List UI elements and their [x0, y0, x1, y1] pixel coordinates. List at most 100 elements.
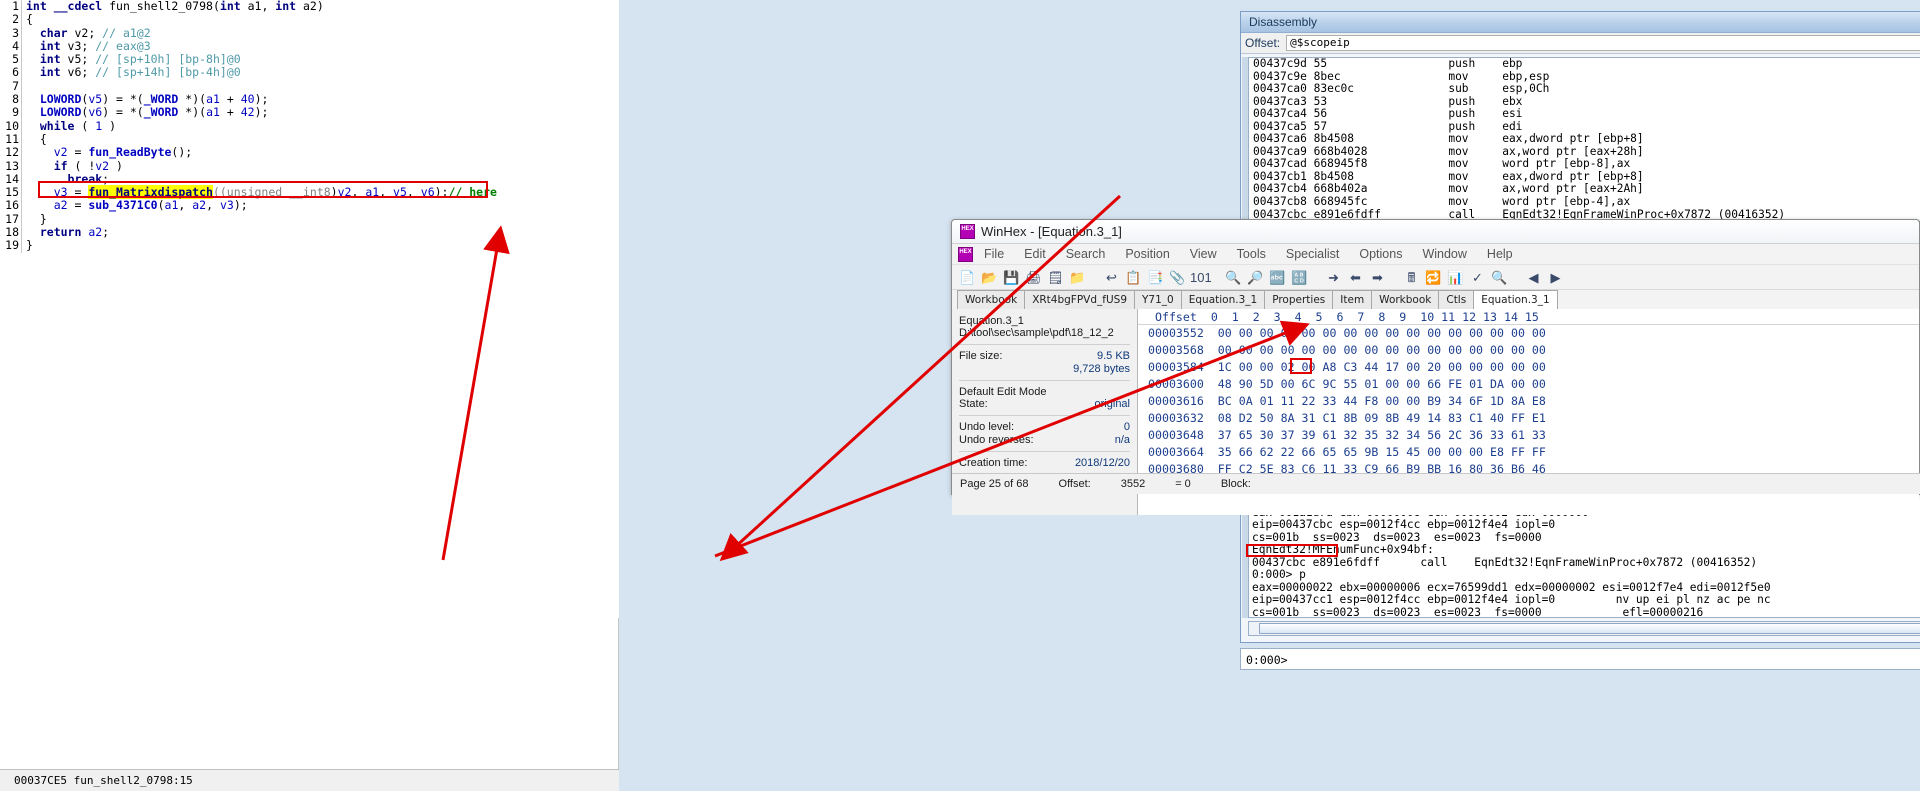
code-token: v5 [393, 185, 407, 200]
save-icon[interactable]: 💾 [1002, 268, 1021, 287]
winhex-toolbar: 📄 📂 💾 🖨 🗒 📁 ↩ 📋 📑 📎 101 🔍 🔎 🔤 🔠 ➜ ⬅ ➡ 🖩 🔁 📊 ✓ 🔍 ◀ ▶ [952, 265, 1919, 290]
pseudocode-listing[interactable]: 1 int __cdecl fun_shell2_0798(int a1, int… [0, 0, 619, 618]
line-number: 1 [0, 0, 22, 14]
disassembly-row[interactable]: 00437ca0 83ec0c sub esp,0Ch [1249, 83, 1920, 96]
winhex-tab-5[interactable]: Item [1332, 290, 1373, 309]
disassembly-row[interactable]: 00437cb8 668945fc mov word ptr [ebp-4],a… [1249, 195, 1920, 209]
code-token: int [26, 52, 68, 67]
code-line[interactable]: 15 v3 = fun_Matrixdispatch((unsigned __i… [0, 185, 619, 200]
hex-row[interactable]: 00003552 00 00 00 00 00 00 00 00 00 00 0… [1138, 325, 1919, 342]
code-token: LOWORD [26, 92, 82, 107]
replace-hex-icon[interactable]: 🔠 [1290, 268, 1309, 287]
code-line[interactable]: 13 if ( !v2 ) [0, 158, 619, 173]
winhex-tab-2[interactable]: Y71_0 [1134, 290, 1182, 309]
calc-icon[interactable]: 🖩 [1402, 268, 1421, 287]
command-horizontal-scrollbar[interactable] [1248, 621, 1920, 636]
menu-item-edit[interactable]: Edit [1015, 247, 1055, 261]
code-line[interactable]: 9 LOWORD(v6) = *(_WORD *)(a1 + 42); [0, 105, 619, 120]
code-line[interactable]: 4 int v3; // eax@3 [0, 39, 619, 54]
code-token: fun_ReadByte [88, 145, 172, 160]
winhex-tab-6[interactable]: Workbook [1371, 290, 1440, 309]
binary-icon[interactable]: 101 [1190, 268, 1212, 287]
replace-icon[interactable]: 🔤 [1268, 268, 1287, 287]
code-token: // [sp+10h] [bp-8h]@0 [95, 52, 241, 67]
code-line[interactable]: 16 a2 = sub_4371C0(a1, a2, v3); [0, 199, 619, 213]
next-page-icon[interactable]: ▶ [1546, 268, 1565, 287]
goto-icon[interactable]: ➜ [1324, 268, 1343, 287]
winhex-tab-4[interactable]: Properties [1264, 290, 1334, 309]
code-line[interactable]: 1 int __cdecl fun_shell2_0798(int a1, int… [0, 0, 619, 14]
analyze-icon[interactable]: 📊 [1446, 268, 1465, 287]
menu-item-file[interactable]: File [975, 247, 1013, 261]
scrollbar-thumb[interactable] [1259, 623, 1920, 634]
code-token: ) [109, 158, 123, 173]
paste-icon[interactable]: 📑 [1146, 268, 1165, 287]
new-file-icon[interactable]: 📄 [958, 268, 977, 287]
back-icon[interactable]: ⬅ [1346, 268, 1365, 287]
info-file-size-value: 9.5 KB [1096, 350, 1130, 362]
find-icon[interactable]: 🔍 [1224, 268, 1243, 287]
hex-row[interactable]: 00003648 37 65 30 37 39 61 32 35 32 34 5… [1138, 427, 1919, 444]
prev-page-icon[interactable]: ◀ [1524, 268, 1543, 287]
clipboard-icon[interactable]: 📎 [1168, 268, 1187, 287]
code-line[interactable]: 18 return a2; [0, 225, 619, 240]
code-token: break [26, 171, 103, 186]
disassembly-row[interactable]: 00437ca6 8b4508 mov eax,dword ptr [ebp+8… [1249, 133, 1920, 146]
code-line[interactable]: 11 { [0, 132, 619, 147]
winhex-title-bar[interactable]: HEX WinHex - [Equation.3_1] [952, 220, 1919, 244]
disassembly-row[interactable]: 00437c9d 55 push ebp [1249, 58, 1920, 71]
menu-item-search[interactable]: Search [1057, 247, 1115, 261]
hex-row[interactable]: 00003584 1C 00 00 02 00 A8 C3 44 17 00 2… [1138, 359, 1919, 376]
menu-item-specialist[interactable]: Specialist [1277, 247, 1349, 261]
line-number: 19 [0, 239, 22, 253]
winhex-tab-3[interactable]: Equation.3_1 [1180, 290, 1266, 309]
winhex-tab-8[interactable]: Equation.3_1 [1473, 290, 1558, 309]
code-line[interactable]: 5 int v5; // [sp+10h] [bp-8h]@0 [0, 52, 619, 67]
code-line[interactable]: 10 while ( 1 ) [0, 118, 619, 133]
hex-row[interactable]: 00003568 00 00 00 00 00 00 00 00 00 00 0… [1138, 342, 1919, 359]
forward-icon[interactable]: ➡ [1368, 268, 1387, 287]
winhex-tab-1[interactable]: XRt4bgFPVd_fUS9 [1024, 290, 1136, 309]
menu-item-view[interactable]: View [1181, 247, 1226, 261]
code-token: a2) [303, 0, 324, 13]
hex-icon-menu: HEX [958, 246, 973, 262]
code-line[interactable]: 3 char v2; // a1@2 [0, 26, 619, 40]
open-disk-icon[interactable]: 📁 [1068, 268, 1087, 287]
checksum-icon[interactable]: ✓ [1468, 268, 1487, 287]
code-line[interactable]: 12 v2 = fun_ReadByte(); [0, 145, 619, 160]
hex-row[interactable]: 00003600 48 90 5D 00 6C 9C 55 01 00 00 6… [1138, 376, 1919, 393]
offset-input[interactable]: @$scopeip [1286, 35, 1920, 51]
find-hex-icon[interactable]: 🔎 [1246, 268, 1265, 287]
hex-row[interactable]: 00003664 35 66 62 22 66 65 65 9B 15 45 0… [1138, 444, 1919, 461]
undo-icon[interactable]: ↩ [1102, 268, 1121, 287]
menu-item-window[interactable]: Window [1413, 247, 1475, 261]
info-creation-time-value: 2018/12/20 [1074, 457, 1130, 469]
code-line[interactable]: 8 LOWORD(v5) = *(_WORD *)(a1 + 40); [0, 92, 619, 107]
code-line[interactable]: 6 int v6; // [sp+14h] [bp-4h]@0 [0, 66, 619, 80]
menu-item-options[interactable]: Options [1350, 247, 1411, 261]
open-folder-icon[interactable]: 📂 [980, 268, 999, 287]
winhex-tab-7[interactable]: Ctls [1438, 290, 1475, 309]
code-token: while [26, 118, 82, 133]
disassembly-row[interactable]: 00437ca4 56 push esi [1249, 108, 1920, 121]
menu-item-tools[interactable]: Tools [1228, 247, 1275, 261]
code-line[interactable]: 17 } [0, 212, 619, 227]
code-line[interactable]: 2{ [0, 12, 619, 27]
code-token: + [219, 105, 241, 120]
convert-icon[interactable]: 🔁 [1424, 268, 1443, 287]
print-icon[interactable]: 🖨 [1024, 268, 1043, 287]
hex-row[interactable]: 00003632 08 D2 50 8A 31 C1 8B 09 8B 49 1… [1138, 410, 1919, 427]
command-input[interactable]: 0:000> [1240, 648, 1920, 670]
menu-item-position[interactable]: Position [1116, 247, 1178, 261]
hex-row[interactable]: 00003616 BC 0A 01 11 22 33 44 F8 00 00 B… [1138, 393, 1919, 410]
code-line[interactable]: 7 [0, 79, 619, 94]
code-token: a1 [206, 92, 220, 107]
code-token: fun_Matrixdispatch [88, 185, 213, 200]
copy-icon[interactable]: 📋 [1124, 268, 1143, 287]
zoom-icon[interactable]: 🔍 [1490, 268, 1509, 287]
code-line[interactable]: 19} [0, 239, 619, 253]
properties-icon[interactable]: 🗒 [1046, 268, 1065, 287]
code-line[interactable]: 14 break; [0, 171, 619, 187]
winhex-tab-0[interactable]: Workbook [957, 290, 1026, 309]
menu-item-help[interactable]: Help [1478, 247, 1522, 261]
